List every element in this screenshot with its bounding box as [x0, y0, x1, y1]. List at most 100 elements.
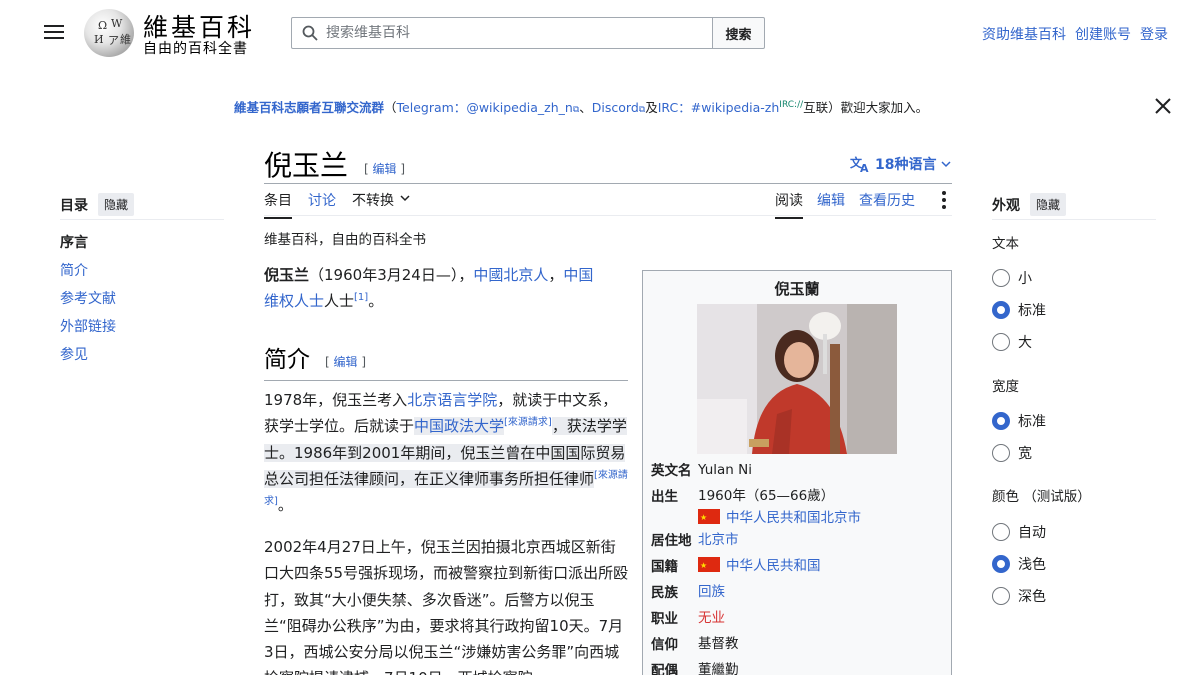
link-blcu[interactable]: 北京语言学院 — [407, 391, 497, 409]
section-divider — [264, 380, 628, 381]
title-edit-link[interactable]: 编辑 — [373, 162, 397, 176]
irc-channel-link[interactable]: #wikipedia-zh — [691, 100, 780, 115]
language-button[interactable]: 文A 18种语言 — [850, 154, 952, 174]
toc-item-intro[interactable]: 序言 — [60, 232, 116, 260]
telegram-handle-link[interactable]: @wikipedia_zh_n — [466, 100, 573, 115]
toc-item-see-also[interactable]: 参见 — [60, 344, 116, 372]
close-icon[interactable] — [1153, 94, 1173, 116]
search-box[interactable] — [291, 17, 713, 49]
link-china[interactable]: 中国 — [563, 266, 593, 284]
link-activist[interactable]: 维权人士 — [264, 292, 324, 310]
lead-dates: （1960年3月24日—）， — [309, 266, 474, 284]
site-notice: 維基百科志願者互聯交流群（Telegram：@wikipedia_zh_n⧉、D… — [234, 97, 928, 116]
flag-prc-icon — [698, 555, 720, 577]
nationality-link[interactable]: 中华人民共和国 — [726, 558, 821, 574]
radio-label: 标准 — [1018, 303, 1046, 319]
translate-icon: 文A — [850, 155, 869, 173]
section-edit-link[interactable]: 编辑 — [334, 355, 358, 369]
radio-label: 标准 — [1018, 414, 1046, 430]
residence-link[interactable]: 北京市 — [698, 529, 739, 551]
color-light[interactable]: 浅色 — [992, 554, 1046, 574]
width-label: 宽度 — [992, 379, 1019, 395]
p1-d: 。 — [277, 496, 293, 515]
lead-end: 。 — [368, 292, 384, 310]
wikipedia-globe-logo[interactable]: Ω W И ア 維 — [84, 9, 134, 57]
infobox-value: 基督教 — [698, 636, 739, 652]
lead-comma: ， — [548, 266, 564, 284]
radio-button[interactable] — [992, 555, 1010, 573]
infobox-key: 出生 — [651, 489, 678, 505]
irc-label-link[interactable]: IRC： — [658, 100, 691, 115]
text-size-large[interactable]: 大 — [992, 332, 1032, 352]
link-beijing[interactable]: 中國北京人 — [473, 266, 548, 284]
login-link[interactable]: 登录 — [1140, 24, 1168, 44]
radio-button[interactable] — [992, 269, 1010, 287]
personal-tools: 资助维基百科 创建账号 登录 — [982, 24, 1168, 44]
infobox-key: 信仰 — [651, 637, 678, 653]
menu-icon[interactable] — [44, 25, 64, 41]
born-date: 1960年（65—66歲） — [698, 488, 835, 504]
infobox-key: 居住地 — [651, 533, 692, 549]
tab-divider — [264, 215, 952, 216]
svg-text:A: A — [860, 162, 869, 173]
occupation-redlink[interactable]: 无业 — [698, 607, 725, 629]
text-size-small[interactable]: 小 — [992, 268, 1032, 288]
radio-button[interactable] — [992, 523, 1010, 541]
title-edit-section: [ 编辑 ] — [364, 162, 406, 176]
infobox-row-spouse: 配偶 董繼勤 — [651, 659, 947, 675]
donate-link[interactable]: 资助维基百科 — [982, 24, 1066, 44]
appearance-header: 外观 隐藏 — [992, 193, 1067, 216]
more-icon[interactable] — [941, 191, 947, 209]
search-input[interactable] — [326, 25, 706, 41]
toc-hide-button[interactable]: 隐藏 — [98, 193, 135, 216]
infobox-key: 国籍 — [651, 559, 678, 575]
portrait-photo[interactable] — [697, 304, 897, 454]
born-place-link[interactable]: 中华人民共和国北京市 — [726, 510, 861, 526]
lead-name: 倪玉兰 — [264, 266, 310, 284]
notice-and: 及 — [645, 100, 658, 115]
text-size-standard[interactable]: 标准 — [992, 300, 1046, 320]
color-auto[interactable]: 自动 — [992, 522, 1046, 542]
create-account-link[interactable]: 创建账号 — [1075, 24, 1131, 44]
radio-button[interactable] — [992, 587, 1010, 605]
width-wide[interactable]: 宽 — [992, 443, 1032, 463]
toc-item-external[interactable]: 外部链接 — [60, 316, 116, 344]
appearance-hide-button[interactable]: 隐藏 — [1030, 193, 1067, 216]
citation-needed-1[interactable]: [來源請求] — [504, 417, 552, 428]
radio-button[interactable] — [992, 444, 1010, 462]
infobox-row-english: 英文名 Yulan Ni — [651, 459, 947, 485]
site-subtitle: 维基百科，自由的百科全书 — [264, 232, 426, 248]
ref-1[interactable]: [1] — [354, 292, 368, 303]
toc-item-bio[interactable]: 简介 — [60, 260, 116, 288]
page-title: 倪玉兰 — [264, 149, 349, 182]
infobox-row-religion: 信仰 基督教 — [651, 633, 947, 659]
radio-button[interactable] — [992, 333, 1010, 351]
color-dark[interactable]: 深色 — [992, 586, 1046, 606]
flag-prc-icon — [698, 507, 720, 529]
paragraph-2: 2002年4月27日上午，倪玉兰因拍摄北京西城区新街口大四条55号强拆现场，而被… — [264, 538, 629, 675]
telegram-label-link[interactable]: Telegram： — [397, 100, 467, 115]
section-edit: [ 编辑 ] — [325, 355, 367, 369]
infobox-key: 英文名 — [651, 463, 692, 479]
infobox-value: 1960年（65—66歲） 中华人民共和国北京市 — [698, 485, 861, 529]
radio-label: 自动 — [1018, 525, 1046, 541]
appearance-divider — [992, 219, 1156, 220]
notice-group-link[interactable]: 維基百科志願者互聯交流群 — [234, 100, 384, 115]
chevron-down-icon — [400, 195, 410, 202]
radio-button[interactable] — [992, 301, 1010, 319]
appearance-title: 外观 — [992, 197, 1020, 214]
radio-button[interactable] — [992, 412, 1010, 430]
link-cupl[interactable]: 中国政法大学 — [414, 417, 505, 436]
width-standard[interactable]: 标准 — [992, 411, 1046, 431]
search-button[interactable]: 搜索 — [713, 17, 765, 49]
radio-label: 大 — [1018, 335, 1032, 351]
infobox-row-nationality: 国籍 中华人民共和国 — [651, 555, 947, 581]
lead-paragraph: 倪玉兰（1960年3月24日—），中國北京人，中国 维权人士人士[1]。 — [264, 262, 628, 314]
infobox-key: 民族 — [651, 585, 678, 601]
toc-item-refs[interactable]: 参考文献 — [60, 288, 116, 316]
search-form: 搜索 — [291, 17, 765, 49]
ethnicity-link[interactable]: 回族 — [698, 581, 725, 603]
discord-link[interactable]: Discord — [592, 100, 639, 115]
text-size-label: 文本 — [992, 236, 1019, 252]
notice-tail: 互联）歡迎大家加入。 — [803, 100, 929, 115]
